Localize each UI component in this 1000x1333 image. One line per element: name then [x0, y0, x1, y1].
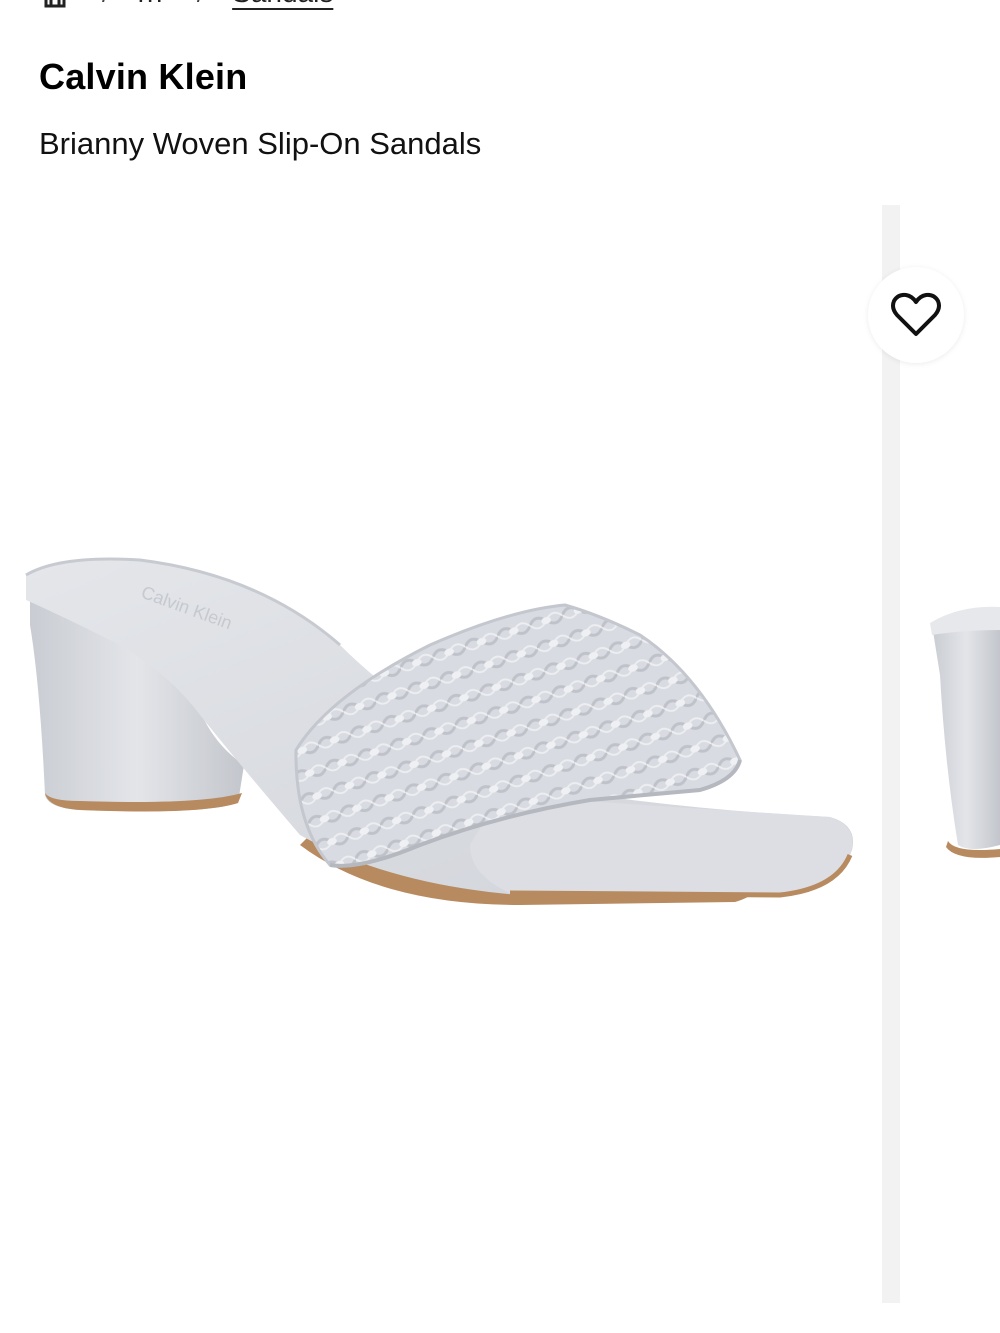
brand-name[interactable]: Calvin Klein: [39, 56, 247, 98]
breadcrumb-ellipsis[interactable]: ...: [137, 0, 165, 9]
gallery-divider: [882, 205, 900, 1303]
product-image-gallery[interactable]: Calvin Klein: [0, 205, 1000, 1303]
next-product-image-peek[interactable]: [900, 205, 1000, 1303]
home-icon[interactable]: [40, 0, 70, 8]
product-image[interactable]: Calvin Klein: [0, 205, 882, 1303]
heart-outline-icon: [890, 292, 942, 338]
breadcrumb-separator: /: [197, 0, 204, 9]
product-title: Brianny Woven Slip-On Sandals: [39, 126, 482, 161]
product-page: / ... / Sandals Calvin Klein Brianny Wov…: [0, 0, 1000, 1333]
breadcrumb-separator: /: [102, 0, 109, 9]
breadcrumb-current[interactable]: Sandals: [232, 0, 333, 9]
breadcrumb: / ... / Sandals: [40, 0, 333, 8]
wishlist-button[interactable]: [868, 267, 964, 363]
